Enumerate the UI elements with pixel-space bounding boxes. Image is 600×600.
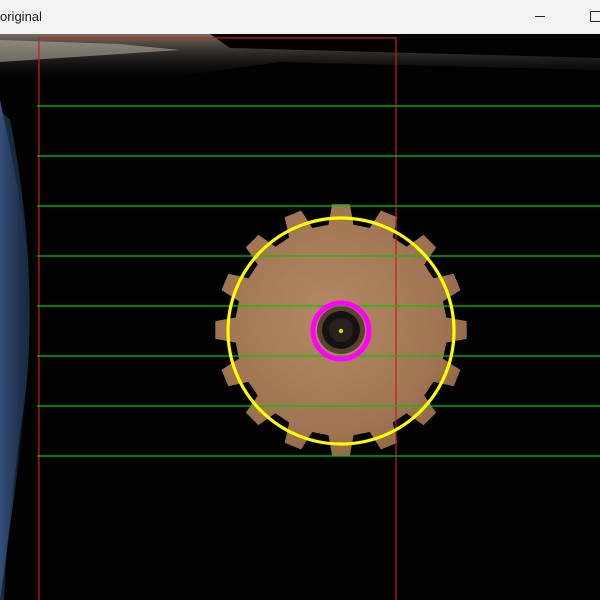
minimize-button[interactable] bbox=[520, 0, 560, 34]
camera-frame bbox=[0, 34, 600, 600]
maximize-icon bbox=[590, 11, 600, 22]
title-bar: original bbox=[0, 0, 600, 34]
camera-frame-svg bbox=[0, 34, 600, 600]
maximize-button[interactable] bbox=[572, 0, 600, 34]
minimize-icon bbox=[535, 16, 545, 17]
center-marker bbox=[338, 328, 344, 334]
window-title: original bbox=[0, 9, 42, 24]
opencv-window: original bbox=[0, 0, 600, 600]
